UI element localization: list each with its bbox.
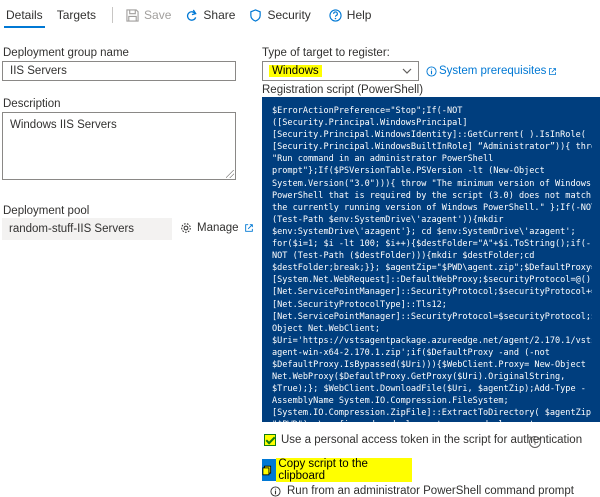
- script-line: $True);}; $WebClient.DownloadFile($Uri, …: [272, 384, 586, 395]
- description-field[interactable]: Windows IIS Servers: [2, 112, 236, 180]
- tab-targets[interactable]: Targets: [51, 0, 102, 30]
- script-line: ([Security.Principal.WindowsPrincipal]: [272, 118, 468, 129]
- pat-checkbox[interactable]: [264, 434, 276, 446]
- script-line: Object Net.WebClient;: [272, 323, 381, 334]
- share-icon: [187, 9, 198, 21]
- tab-details[interactable]: Details: [0, 0, 49, 30]
- info-icon[interactable]: i: [529, 436, 541, 448]
- resize-grip[interactable]: [226, 170, 234, 178]
- description-label: Description: [3, 98, 61, 110]
- group-name-field[interactable]: IIS Servers: [2, 61, 236, 81]
- script-line: AssemblyName System.IO.Compression.FileS…: [272, 396, 509, 407]
- chevron-down-icon: [402, 68, 412, 74]
- toolbar: Details Targets Save Share Security Help: [0, 0, 600, 30]
- admin-note: Run from an administrator PowerShell com…: [270, 485, 574, 497]
- registration-script-box[interactable]: $ErrorActionPreference="Stop";If(-NOT ([S…: [262, 97, 600, 422]
- script-line: [Security.Principal.WindowsIdentity]::Ge…: [272, 130, 586, 141]
- script-line: Net.WebProxy($DefaultProxy.GetProxy($Uri…: [272, 372, 566, 383]
- script-line: for($i=1; $i -lt 100; $i++){$destFolder=…: [272, 239, 592, 250]
- script-line: [Net.ServicePointManager]::SecurityProto…: [272, 287, 592, 298]
- script-line: $ErrorActionPreference="Stop";If(-NOT: [272, 106, 463, 116]
- pool-label: Deployment pool: [3, 205, 90, 217]
- script-line: [System.Net.WebRequest]::DefaultWebProxy…: [272, 275, 592, 286]
- script-line: $destFolder;break;}}; $agentZip="$PWD\ag…: [272, 263, 592, 274]
- script-line: $env:SystemDrive\'azagent'}; cd $env:Sys…: [272, 226, 576, 237]
- external-link-icon: [549, 67, 557, 75]
- script-line: [Net.ServicePointManager]::SecurityProto…: [272, 311, 592, 322]
- target-type-label: Type of target to register:: [262, 47, 390, 59]
- share-button[interactable]: Share: [178, 0, 242, 30]
- help-button[interactable]: Help: [322, 0, 379, 30]
- toolbar-divider: [112, 7, 114, 23]
- script-line: [Security.Principal.WindowsBuiltInRole] …: [272, 142, 592, 153]
- script-label: Registration script (PowerShell): [262, 84, 424, 96]
- script-line: (Test-Path $env:SystemDrive\'azagent')){…: [272, 214, 504, 225]
- save-button[interactable]: Save: [119, 0, 178, 30]
- security-button[interactable]: Security: [242, 0, 317, 30]
- script-line: $Uri='https://vstsagentpackage.azureedge…: [272, 335, 592, 346]
- info-icon: [270, 485, 281, 497]
- info-icon: [426, 65, 437, 77]
- name-label: Deployment group name: [3, 47, 129, 59]
- save-icon: [126, 8, 139, 22]
- script-line: System.Version("3.0"))){ throw "The mini…: [272, 178, 592, 189]
- script-line: NOT (Test-Path ($destFolder))){mkdir $de…: [272, 251, 535, 262]
- help-icon: [329, 8, 342, 22]
- target-type-dropdown[interactable]: Windows: [262, 61, 419, 81]
- deployment-pool-value: random-stuff-IIS Servers: [2, 218, 172, 240]
- script-line: "$PWD");.\config.cmd --deploymentgroup -…: [272, 419, 592, 422]
- copy-script-button[interactable]: Copy script to the clipboard: [262, 458, 412, 482]
- script-line: $DefaultProxy.IsBypassed($Uri))){$WebCli…: [272, 359, 586, 370]
- gear-icon: [181, 223, 191, 233]
- script-line: PowerShell that is required by the scrip…: [272, 190, 592, 201]
- manage-link[interactable]: Manage: [180, 222, 254, 234]
- shield-icon: [250, 8, 262, 22]
- script-line: prompt"};If($PSVersionTable.PSVersion -l…: [272, 166, 545, 177]
- external-link-icon: [244, 224, 253, 232]
- script-line: [Net.SecurityProtocolType]::Tls12;: [272, 299, 447, 310]
- system-prerequisites-link[interactable]: System prerequisites: [426, 65, 557, 77]
- copy-icon: [262, 465, 272, 475]
- script-line: [System.IO.Compression.ZipFile]::Extract…: [272, 408, 592, 419]
- script-line: the currently running version of Windows…: [272, 202, 592, 213]
- script-line: "Run command in an administrator PowerSh…: [272, 154, 494, 165]
- script-line: agent-win-x64-2.170.1.zip';if($DefaultPr…: [272, 347, 550, 358]
